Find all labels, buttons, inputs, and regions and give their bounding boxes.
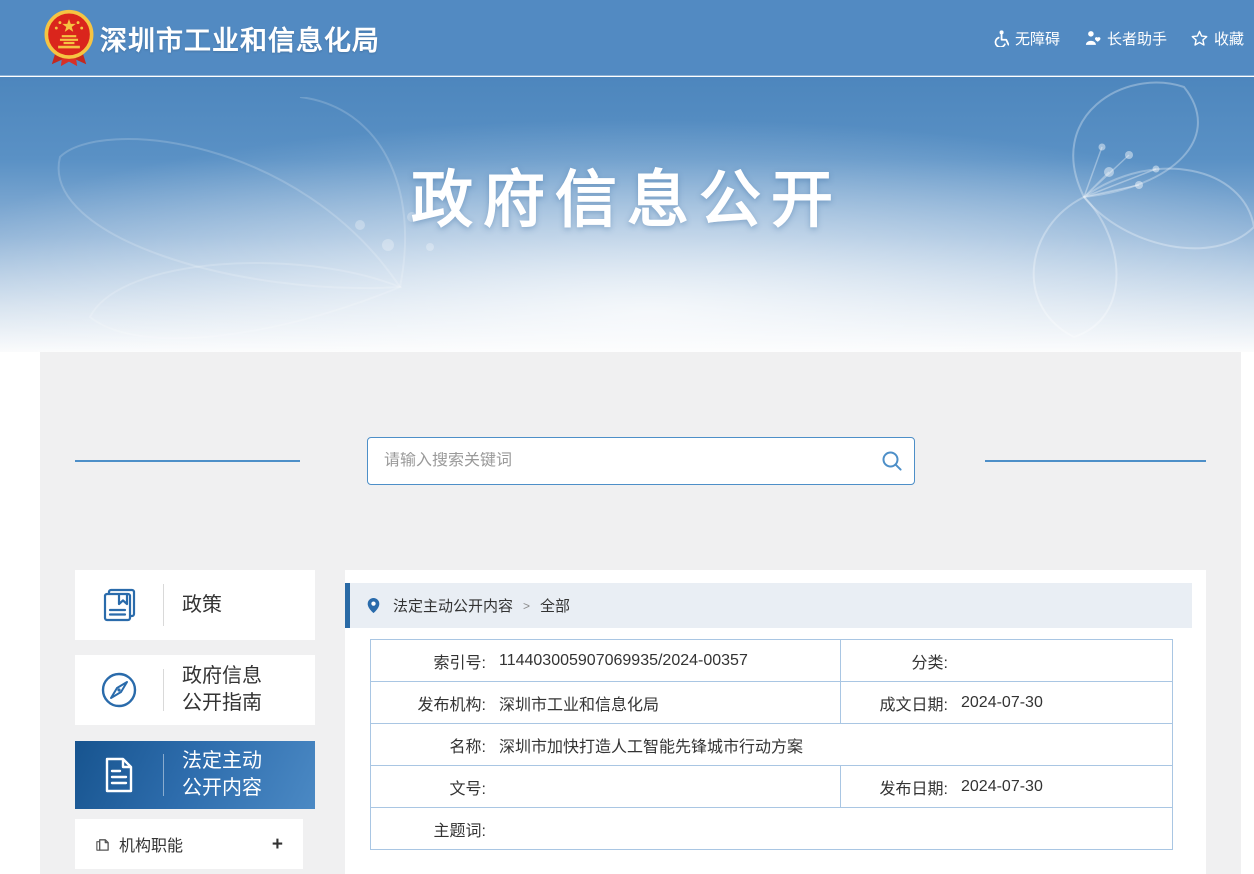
table-row-publisher-date: 发布机构: 深圳市工业和信息化局 成文日期: 2024-07-30 (370, 681, 1173, 724)
location-pin-icon (367, 598, 380, 613)
field-label-publish-date: 发布日期: (879, 780, 948, 798)
sidebar-item-label: 政府信息 公开指南 (182, 665, 262, 714)
accessibility-link-label: 无障碍 (1014, 30, 1060, 48)
table-row-title: 名称: 深圳市加快打造人工智能先锋城市行动方案 (370, 723, 1173, 766)
favorite-link[interactable]: 收藏 (1191, 28, 1244, 49)
search-box (367, 437, 915, 485)
compass-icon (75, 669, 163, 711)
star-icon (1191, 30, 1208, 46)
table-row-docno-pubdate: 文号: 发布日期: 2024-07-30 (370, 765, 1173, 808)
document-icon (75, 755, 163, 795)
field-label-keywords: 主题词: (433, 822, 486, 840)
field-label-doc-title: 名称: (449, 738, 486, 756)
field-label-index-no: 索引号: (433, 654, 486, 672)
accessibility-link[interactable]: 无障碍 (992, 28, 1060, 49)
sidebar-item-policy[interactable]: 政策 (75, 570, 315, 640)
accessibility-icon (994, 29, 1009, 47)
table-row-keywords: 主题词: (370, 807, 1173, 850)
search-input[interactable] (368, 452, 870, 470)
search-decorative-line-right (985, 460, 1206, 462)
favorite-link-label: 收藏 (1213, 30, 1244, 48)
content-card: 政策 政府信息公开指南 (40, 352, 1241, 874)
book-icon (75, 585, 163, 625)
site-title: 深圳市工业和信息化局 (100, 25, 380, 56)
page-icon (96, 838, 109, 851)
field-value-written-date: 2024-07-30 (961, 693, 1043, 711)
search-icon (882, 451, 902, 471)
page-title: 政府信息公开 (410, 166, 843, 235)
sidebar-submenu-org-functions[interactable]: 机构职能 + (75, 819, 303, 869)
field-value-publish-date: 2024-07-30 (961, 777, 1043, 795)
sidebar-item-label: 政策 (182, 593, 222, 616)
breadcrumb-separator: > (523, 598, 531, 613)
field-label-written-date: 成文日期: (879, 696, 948, 714)
document-detail-table: 索引号: 114403005907069935/2024-00357 分类: 发… (370, 639, 1173, 850)
field-label-doc-no: 文号: (449, 780, 486, 798)
elder-assist-icon (1085, 30, 1101, 45)
field-value-index-no: 114403005907069935/2024-00357 (499, 651, 748, 669)
sidebar-nav: 政策 政府信息 公开指南 法定主动 公开内容 机构职能 + (75, 570, 315, 869)
site-header: 深圳市工业和信息化局 无障碍 长者助手 收藏 (0, 0, 1254, 76)
sidebar-item-label: 法定主动 公开内容 (182, 750, 262, 799)
expand-plus-icon[interactable]: + (272, 835, 283, 854)
search-decorative-line-left (75, 460, 300, 462)
sidebar-item-disclosure-guide[interactable]: 政府信息 公开指南 (75, 655, 315, 725)
breadcrumb-root[interactable]: 法定主动公开内容 (393, 595, 513, 616)
national-emblem-logo (44, 9, 94, 67)
breadcrumb: 法定主动公开内容 > 全部 (345, 583, 1192, 628)
breadcrumb-current: 全部 (540, 598, 571, 615)
elder-assist-link-label: 长者助手 (1106, 30, 1167, 48)
content-panel: 法定主动公开内容 > 全部 索引号: 114403005907069935/20… (345, 570, 1206, 874)
field-label-publisher: 发布机构: (417, 696, 486, 714)
search-button[interactable] (870, 438, 914, 484)
elder-assist-link[interactable]: 长者助手 (1084, 28, 1167, 49)
field-value-publisher: 深圳市工业和信息化局 (499, 696, 660, 714)
sidebar-item-statutory-disclosure[interactable]: 法定主动 公开内容 (75, 741, 315, 809)
table-row-index-category: 索引号: 114403005907069935/2024-00357 分类: (370, 639, 1173, 682)
submenu-label: 机构职能 (119, 838, 184, 855)
page-banner: 政府信息公开 (0, 77, 1254, 352)
field-value-doc-title: 深圳市加快打造人工智能先锋城市行动方案 (499, 738, 804, 756)
header-utility-links: 无障碍 长者助手 收藏 (992, 0, 1244, 76)
field-label-category: 分类: (911, 654, 948, 672)
